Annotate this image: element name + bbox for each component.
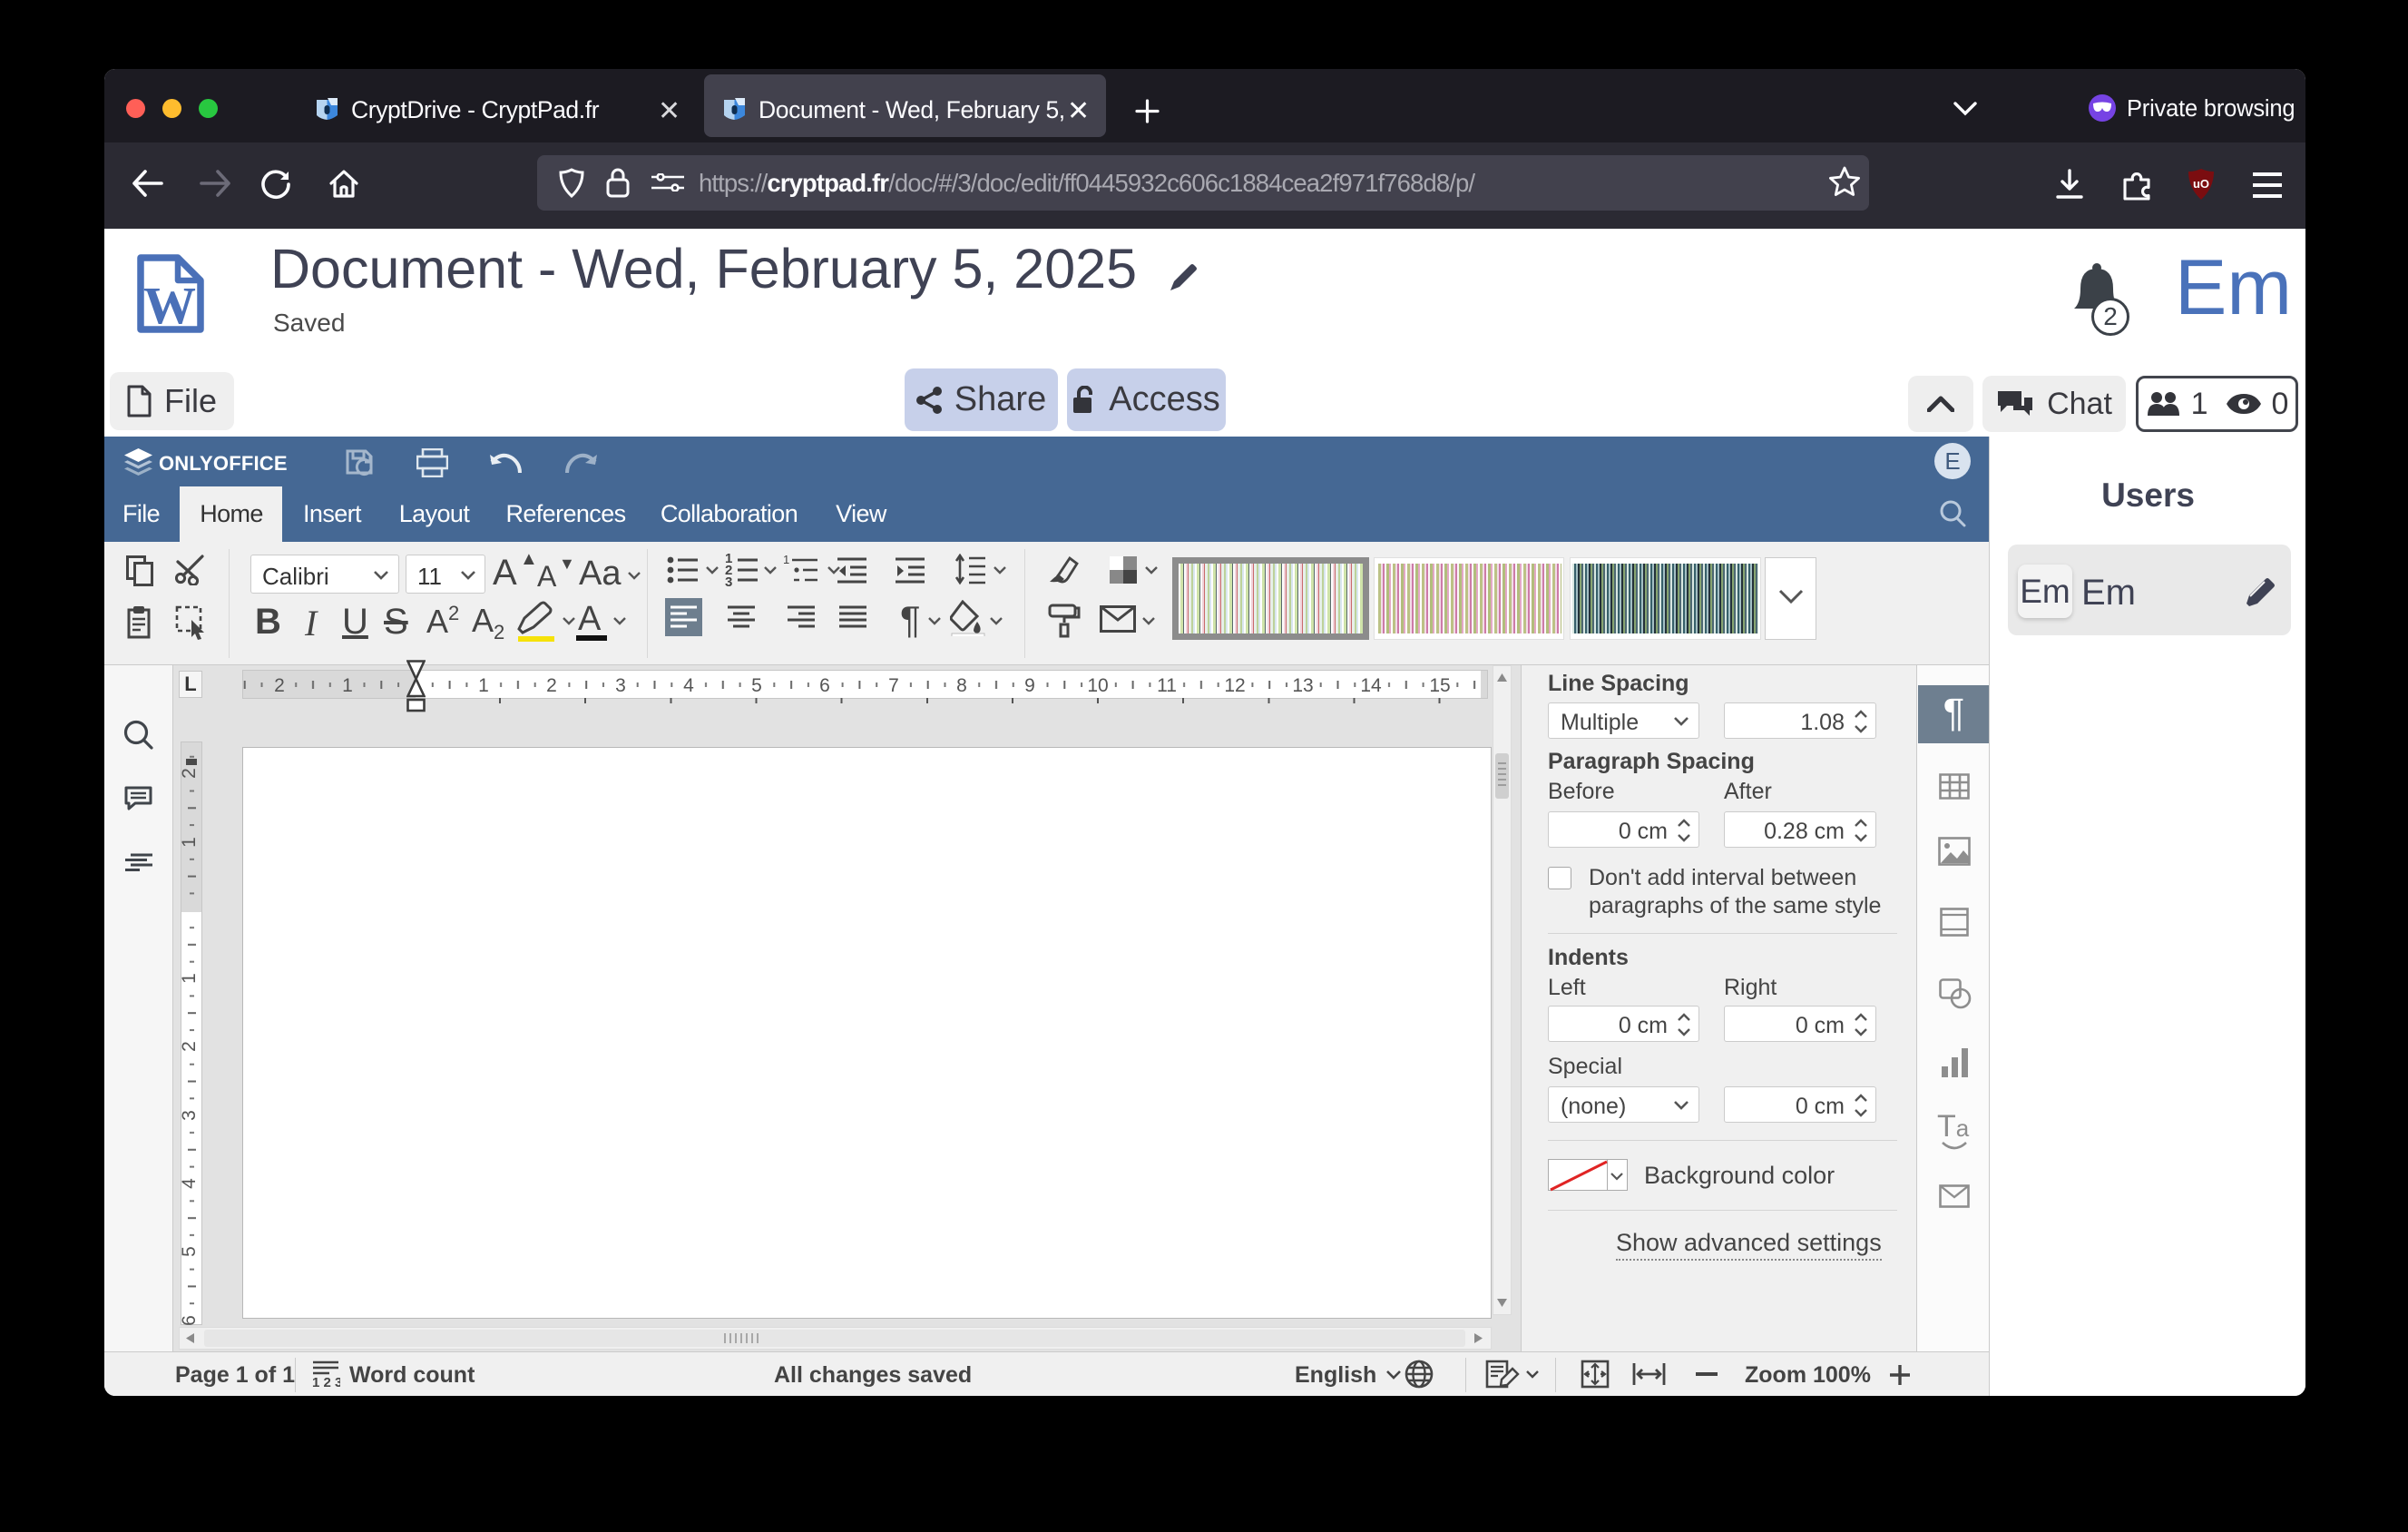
svg-text:1: 1 [783,553,789,566]
svg-text:W: W [143,276,196,333]
svg-text:12: 12 [1224,675,1245,696]
svg-text:9: 9 [1024,675,1035,696]
svg-text:2: 2 [546,675,557,696]
svg-text:1: 1 [342,675,353,696]
svg-text:6: 6 [181,1315,200,1325]
svg-text:2: 2 [181,768,200,779]
svg-text:3: 3 [181,1110,200,1121]
svg-text:3: 3 [615,675,626,696]
svg-text:11: 11 [1157,675,1177,696]
svg-text:4: 4 [683,675,694,696]
svg-text:5: 5 [181,1246,200,1257]
svg-text:6: 6 [819,675,830,696]
svg-text:14: 14 [1360,675,1382,696]
svg-text:1: 1 [478,675,489,696]
svg-text:1: 1 [181,973,200,984]
svg-text:uO: uO [2193,177,2209,191]
svg-text:1: 1 [181,837,200,848]
svg-text:13: 13 [1292,675,1313,696]
svg-text:2: 2 [274,675,285,696]
svg-text:5: 5 [751,675,762,696]
svg-text:15: 15 [1429,675,1450,696]
svg-text:4: 4 [181,1178,200,1189]
svg-text:1 2 3: 1 2 3 [312,1375,340,1388]
svg-text:2: 2 [181,1041,200,1052]
svg-text:7: 7 [888,675,899,696]
svg-text:10: 10 [1087,675,1108,696]
svg-text:8: 8 [956,675,967,696]
